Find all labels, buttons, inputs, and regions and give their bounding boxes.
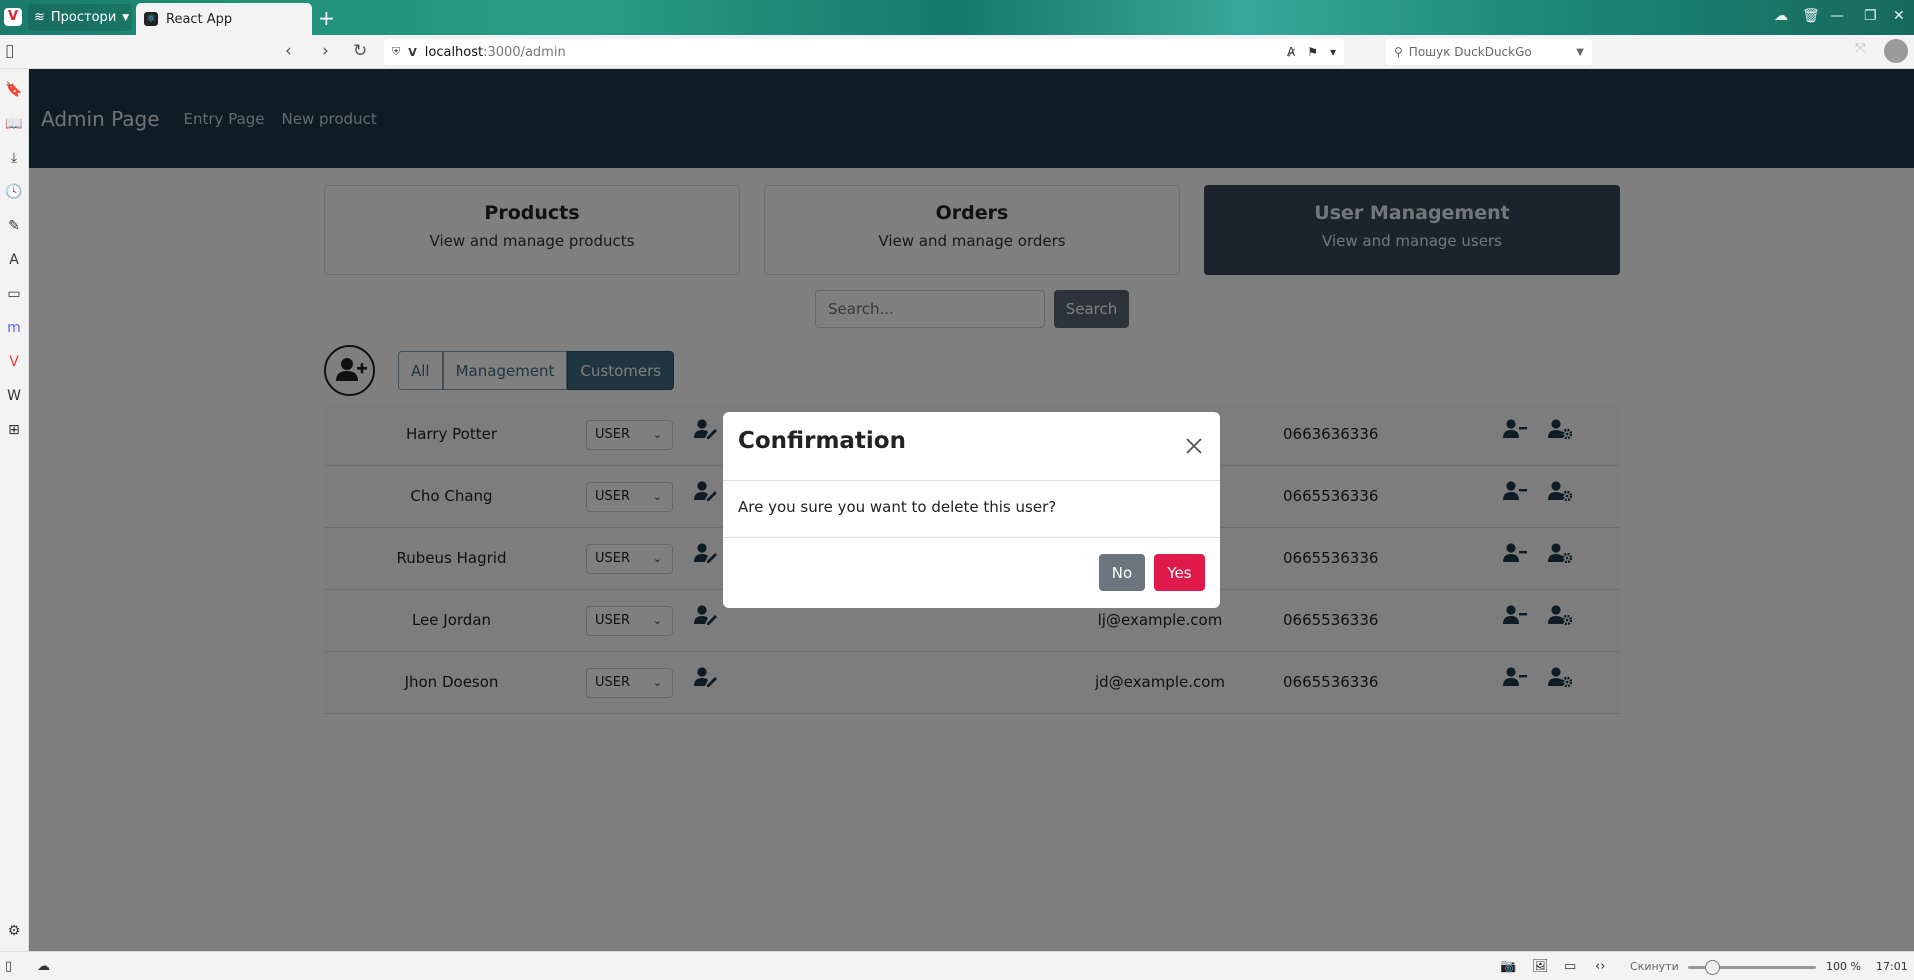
clock: 17:01 xyxy=(1876,960,1908,973)
settings-icon[interactable]: ⚙ xyxy=(5,922,23,940)
reading-list-icon[interactable]: 📖 xyxy=(5,115,23,133)
restore-icon[interactable]: ❐ xyxy=(1864,8,1877,24)
zoom-reset-label[interactable]: Скинути xyxy=(1630,960,1679,973)
vivaldi-badge-icon: V xyxy=(408,45,417,59)
dev-tools-icon[interactable]: ‹› xyxy=(1595,959,1605,974)
tab-title: React App xyxy=(166,11,233,27)
react-favicon-icon: ⚛ xyxy=(144,12,158,26)
downloads-icon[interactable]: ⤓ xyxy=(5,149,23,167)
modal-header: Confirmation xyxy=(723,412,1220,481)
panel-toggle-icon[interactable]: ▯ xyxy=(5,41,14,61)
page-viewport: Admin Page Entry Page New product Produc… xyxy=(29,69,1914,951)
browser-status-bar: ▯ ☁ 📷 🖼 ▭ ‹› Скинути 100 % 17:01 xyxy=(0,951,1914,980)
browser-menu-icon[interactable]: V xyxy=(4,8,22,26)
modal-title: Confirmation xyxy=(738,428,906,454)
chevron-down-icon[interactable]: ▼ xyxy=(1576,47,1584,58)
notes-icon[interactable]: ✎ xyxy=(5,217,23,235)
workspaces-label: Простори xyxy=(50,10,117,25)
new-tab-icon[interactable]: + xyxy=(318,6,335,30)
vivaldi-icon[interactable]: V xyxy=(5,353,23,371)
chevron-down-icon: ▼ xyxy=(122,12,130,23)
browser-tab-bar: V ≋ Простори ▼ ⚛ React App + ☁ 🗑 — ❐ ✕ xyxy=(0,0,1914,35)
zoom-value: 100 % xyxy=(1826,960,1861,973)
url-field[interactable]: ⛨ V localhost :3000/admin A̷ ⚑ ▾ xyxy=(384,39,1344,65)
minimize-icon[interactable]: — xyxy=(1830,8,1844,24)
page-tiling-icon[interactable]: ▭ xyxy=(1564,959,1576,974)
chevron-down-icon[interactable]: ▾ xyxy=(1330,45,1336,59)
bookmark-icon[interactable]: ⚑ xyxy=(1307,45,1318,59)
translate-icon[interactable]: A̷ xyxy=(1287,45,1295,59)
extensions-icon[interactable]: ⤧ xyxy=(1855,41,1865,56)
bookmarks-icon[interactable]: 🔖 xyxy=(5,81,23,99)
url-host: localhost xyxy=(424,44,484,60)
close-window-icon[interactable]: ✕ xyxy=(1893,8,1905,24)
workspaces-button[interactable]: ≋ Простори ▼ xyxy=(28,4,132,31)
browser-tab-active[interactable]: ⚛ React App xyxy=(136,3,312,35)
zoom-slider-handle[interactable] xyxy=(1705,960,1720,975)
window-panel-icon[interactable]: ▭ xyxy=(5,285,23,303)
search-icon: ⚲ xyxy=(1394,45,1403,59)
confirmation-modal: Confirmation Are you sure you want to de… xyxy=(723,412,1220,608)
mastodon-icon[interactable]: m xyxy=(5,319,23,337)
no-button[interactable]: No xyxy=(1099,554,1145,591)
trash-icon[interactable]: 🗑 xyxy=(1802,8,1820,24)
forward-icon[interactable]: › xyxy=(322,41,329,61)
url-path: :3000/admin xyxy=(483,44,566,60)
modal-footer: No Yes xyxy=(723,538,1220,608)
add-panel-icon[interactable]: ⊞ xyxy=(5,421,23,439)
back-icon[interactable]: ‹ xyxy=(285,41,292,61)
capture-icon[interactable]: 📷 xyxy=(1500,959,1516,974)
cloud-sync-icon[interactable]: ☁ xyxy=(1774,8,1788,24)
shield-icon: ⛨ xyxy=(392,45,401,58)
images-icon[interactable]: 🖼 xyxy=(1532,959,1549,974)
yes-button[interactable]: Yes xyxy=(1154,554,1205,591)
wikipedia-icon[interactable]: W xyxy=(5,387,23,405)
close-icon[interactable] xyxy=(1182,434,1206,458)
search-engine-field[interactable]: ⚲ Пошук DuckDuckGo ▼ xyxy=(1386,39,1592,65)
search-engine-placeholder: Пошук DuckDuckGo xyxy=(1408,45,1532,59)
history-icon[interactable]: 🕓 xyxy=(5,183,23,201)
cloud-icon[interactable]: ☁ xyxy=(37,959,50,974)
address-bar-row: ▯ ‹ › ↻ ⛨ V localhost :3000/admin A̷ ⚑ ▾… xyxy=(0,35,1914,69)
panel-toggle-icon[interactable]: ▯ xyxy=(5,959,12,974)
translate-panel-icon[interactable]: A xyxy=(5,251,23,269)
profile-avatar[interactable] xyxy=(1884,39,1908,63)
browser-side-panel: 🔖 📖 ⤓ 🕓 ✎ A ▭ m V W ⊞ ⚙ xyxy=(0,69,29,951)
workspaces-icon: ≋ xyxy=(34,10,45,25)
modal-message: Are you sure you want to delete this use… xyxy=(723,481,1220,538)
reload-icon[interactable]: ↻ xyxy=(353,41,367,61)
